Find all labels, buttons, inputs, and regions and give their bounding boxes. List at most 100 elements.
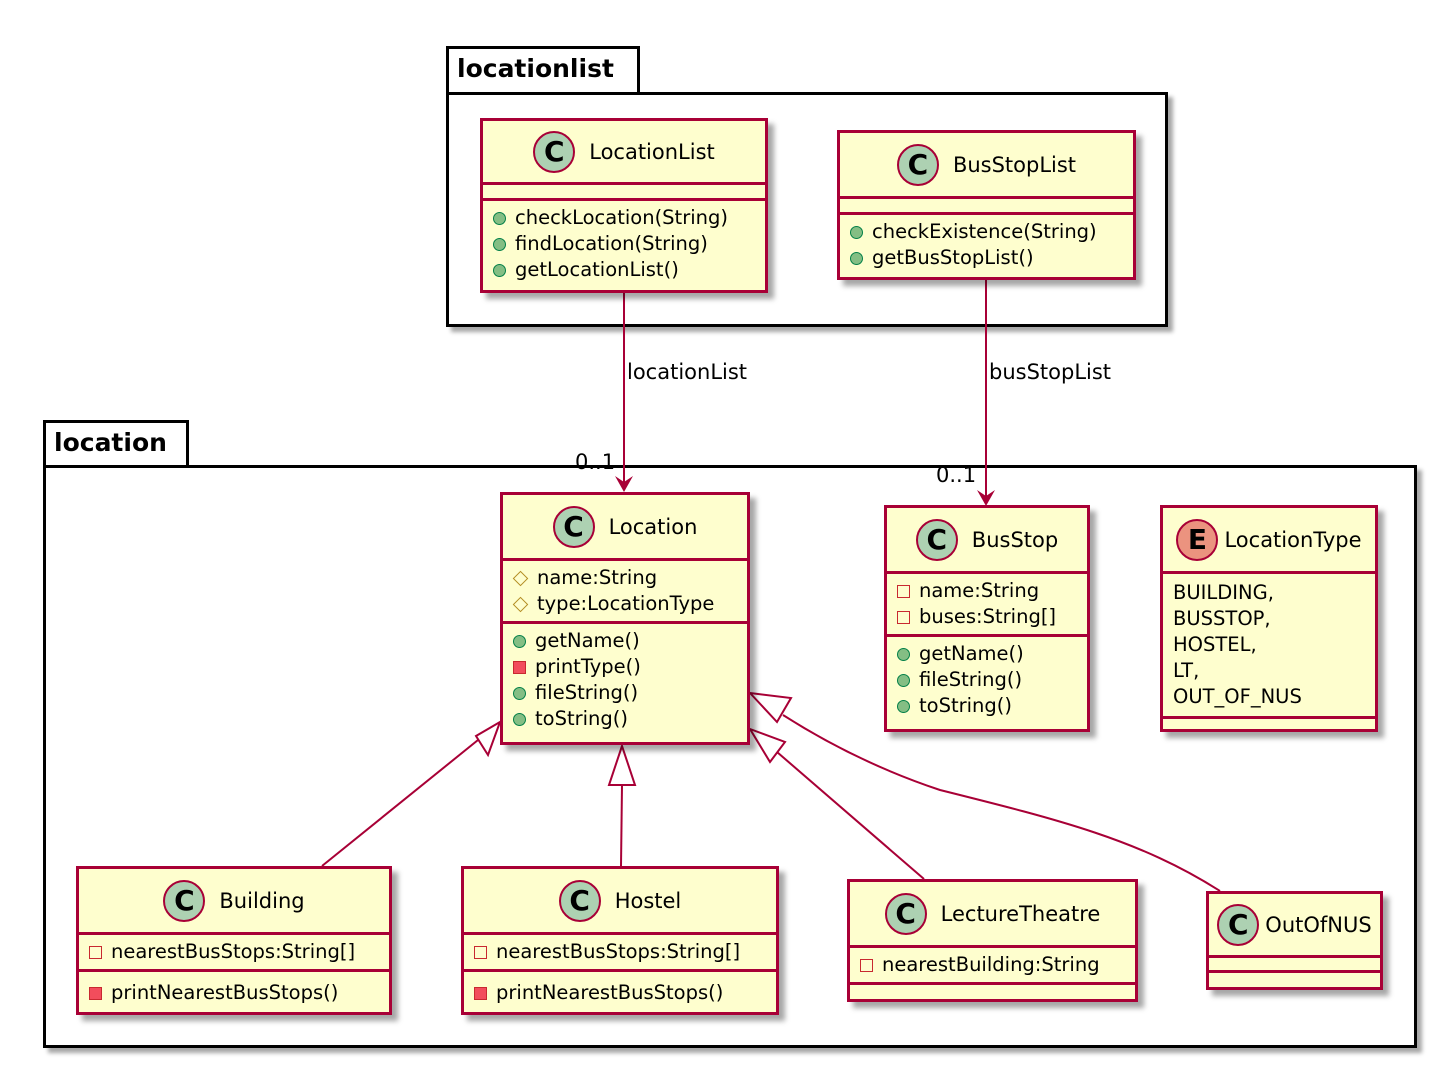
class-c-icon: C bbox=[915, 518, 958, 561]
class-c-icon: C bbox=[558, 879, 601, 922]
field-text: nearestBusStops:String[] bbox=[111, 940, 356, 963]
inheritance-edge-building bbox=[321, 739, 479, 867]
inheritance-edge-hostel bbox=[620, 784, 623, 867]
fields-section: name:String type:LocationType bbox=[503, 561, 747, 624]
enum-value: BUILDING, bbox=[1173, 581, 1274, 604]
methods-section bbox=[850, 985, 1135, 1001]
inheritance-arrow-icon bbox=[474, 719, 502, 758]
field-row: buses:String[] bbox=[897, 604, 1077, 630]
class-locationlist[interactable]: C LocationList checkLocation(String) fin… bbox=[480, 118, 768, 293]
private-field-icon bbox=[89, 945, 102, 959]
methods-section: checkExistence(String) getBusStopList() bbox=[840, 215, 1133, 275]
method-text: getBusStopList() bbox=[872, 246, 1034, 269]
inheritance-edge-outofnus bbox=[782, 714, 1221, 892]
class-c-icon: C bbox=[163, 879, 206, 922]
multiplicity-label: 0..1 bbox=[575, 450, 616, 474]
methods-section: checkLocation(String) findLocation(Strin… bbox=[483, 201, 765, 287]
method-row: fileString() bbox=[513, 680, 737, 706]
class-header: C Hostel bbox=[464, 869, 776, 935]
class-c-icon: C bbox=[896, 143, 939, 186]
method-text: printNearestBusStops() bbox=[496, 981, 724, 1004]
enum-value: BUSSTOP, bbox=[1173, 607, 1271, 630]
class-busstop[interactable]: C BusStop name:String buses:String[] get… bbox=[884, 505, 1090, 732]
private-method-icon bbox=[474, 986, 487, 1000]
methods-section: getName() printType() fileString() toStr… bbox=[503, 624, 747, 736]
method-row: getName() bbox=[513, 628, 737, 654]
class-header: C BusStop bbox=[887, 508, 1087, 574]
private-method-icon bbox=[89, 986, 102, 1000]
class-busstoplist[interactable]: C BusStopList checkExistence(String) get… bbox=[837, 130, 1136, 280]
method-row: printNearestBusStops() bbox=[89, 980, 379, 1006]
class-hostel[interactable]: C Hostel nearestBusStops:String[] printN… bbox=[461, 866, 779, 1015]
method-row: getBusStopList() bbox=[850, 245, 1123, 271]
public-method-icon bbox=[850, 225, 863, 239]
empty-section bbox=[1163, 719, 1375, 735]
class-header: E LocationType bbox=[1163, 508, 1375, 574]
methods-section: printNearestBusStops() bbox=[464, 972, 776, 1010]
field-row: type:LocationType bbox=[512, 591, 737, 617]
field-text: nearestBuilding:String bbox=[882, 953, 1100, 976]
field-text: type:LocationType bbox=[537, 592, 715, 615]
class-name: Hostel bbox=[614, 888, 682, 913]
field-row: nearestBusStops:String[] bbox=[474, 939, 766, 965]
class-header: C LectureTheatre bbox=[850, 882, 1135, 948]
public-method-icon bbox=[493, 211, 506, 225]
public-method-icon bbox=[897, 647, 910, 661]
field-text: buses:String[] bbox=[919, 605, 1057, 628]
public-method-icon bbox=[897, 673, 910, 687]
field-row: name:String bbox=[512, 565, 737, 591]
class-header: C Location bbox=[503, 495, 747, 561]
class-name: LocationList bbox=[589, 139, 715, 164]
method-row: printNearestBusStops() bbox=[474, 980, 766, 1006]
class-name: OutOfNUS bbox=[1265, 912, 1372, 937]
method-text: getLocationList() bbox=[515, 258, 679, 281]
fields-section bbox=[1209, 958, 1380, 973]
class-c-icon: C bbox=[533, 130, 576, 173]
class-header: C OutOfNUS bbox=[1209, 894, 1380, 958]
class-name: BusStop bbox=[971, 527, 1059, 552]
methods-section: getName() fileString() toString() bbox=[887, 637, 1087, 723]
class-c-icon: C bbox=[1217, 903, 1260, 946]
method-row: getLocationList() bbox=[493, 257, 755, 283]
method-text: printType() bbox=[535, 655, 641, 678]
method-text: toString() bbox=[919, 694, 1012, 717]
method-row: checkExistence(String) bbox=[850, 219, 1123, 245]
protected-field-icon bbox=[512, 596, 529, 612]
method-row: checkLocation(String) bbox=[493, 205, 755, 231]
private-method-icon bbox=[513, 660, 526, 674]
class-building[interactable]: C Building nearestBusStops:String[] prin… bbox=[76, 866, 392, 1015]
public-method-icon bbox=[513, 686, 526, 700]
enum-value: LT, bbox=[1173, 659, 1200, 682]
fields-section: nearestBusStops:String[] bbox=[79, 935, 389, 972]
method-text: checkLocation(String) bbox=[515, 206, 728, 229]
method-text: checkExistence(String) bbox=[872, 220, 1097, 243]
class-lecturetheatre[interactable]: C LectureTheatre nearestBuilding:String bbox=[847, 879, 1138, 1002]
method-row: getName() bbox=[897, 641, 1077, 667]
public-method-icon bbox=[513, 634, 526, 648]
class-name: BusStopList bbox=[952, 152, 1077, 177]
method-row: printType() bbox=[513, 654, 737, 680]
enum-value: HOSTEL, bbox=[1173, 633, 1257, 656]
private-field-icon bbox=[860, 958, 873, 972]
method-row: toString() bbox=[897, 693, 1077, 719]
protected-field-icon bbox=[512, 570, 529, 586]
class-outofnus[interactable]: C OutOfNUS bbox=[1206, 891, 1383, 990]
fields-section: nearestBuilding:String bbox=[850, 948, 1135, 985]
multiplicity-label: 0..1 bbox=[936, 463, 977, 487]
methods-section: printNearestBusStops() bbox=[79, 972, 389, 1010]
field-text: nearestBusStops:String[] bbox=[496, 940, 741, 963]
fields-section bbox=[483, 185, 765, 201]
method-text: getName() bbox=[919, 642, 1024, 665]
class-name: LocationType bbox=[1224, 527, 1362, 552]
inheritance-arrow-icon bbox=[747, 691, 793, 724]
public-method-icon bbox=[850, 251, 863, 265]
class-header: C LocationList bbox=[483, 121, 765, 185]
method-text: printNearestBusStops() bbox=[111, 981, 339, 1004]
class-header: C Building bbox=[79, 869, 389, 935]
method-text: findLocation(String) bbox=[515, 232, 708, 255]
class-location[interactable]: C Location name:String type:LocationType… bbox=[500, 492, 750, 745]
enum-locationtype[interactable]: E LocationType BUILDING, BUSSTOP, HOSTEL… bbox=[1160, 505, 1378, 732]
method-text: fileString() bbox=[919, 668, 1023, 691]
method-text: getName() bbox=[535, 629, 640, 652]
class-header: C BusStopList bbox=[840, 133, 1133, 199]
